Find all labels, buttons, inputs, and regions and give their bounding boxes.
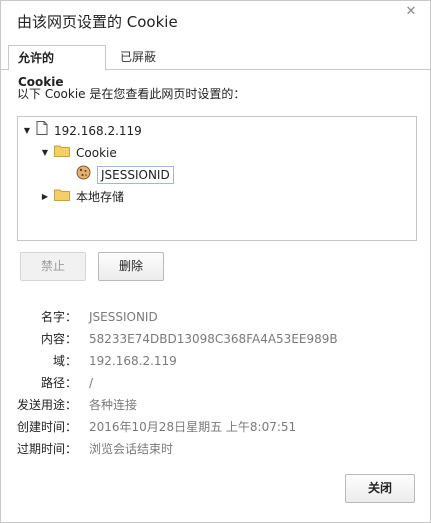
expand-right-icon[interactable]: ▶ — [40, 187, 50, 207]
tree-node-host[interactable]: ▼ 192.168.2.119 — [22, 121, 142, 141]
detail-row-expires: 过期时间： 浏览会话结束时 — [1, 439, 431, 459]
folder-icon — [54, 187, 70, 207]
detail-label: 路径： — [40, 376, 77, 390]
tree-host-label: 192.168.2.119 — [54, 124, 142, 138]
cookie-icon — [76, 165, 91, 186]
detail-value: 各种连接 — [89, 398, 138, 412]
page-icon — [36, 121, 48, 141]
detail-label: 创建时间： — [16, 420, 77, 434]
detail-value: 浏览会话结束时 — [89, 442, 174, 456]
tree-node-local-storage[interactable]: ▶ 本地存储 — [40, 187, 124, 207]
tree-node-cookie-folder[interactable]: ▼ Cookie — [40, 143, 117, 163]
cookie-tree[interactable]: ▼ 192.168.2.119 ▼ Cookie JSESSIONID ▶ 本地… — [17, 116, 417, 241]
detail-label: 域： — [52, 354, 77, 368]
detail-value: 2016年10月28日星期五 上午8:07:51 — [89, 420, 297, 434]
delete-button[interactable]: 删除 — [98, 252, 164, 281]
close-button[interactable]: 关闭 — [345, 474, 415, 503]
detail-label: 发送用途： — [16, 398, 77, 412]
detail-value: / — [89, 376, 94, 390]
detail-row-content: 内容： 58233E74DBD13098C368FA4A53EE989B — [1, 329, 431, 349]
tree-cookie-folder-label: Cookie — [76, 146, 117, 160]
tree-jsessionid-label: JSESSIONID — [97, 166, 174, 184]
detail-row-path: 路径： / — [1, 373, 431, 393]
detail-label: 名字： — [40, 310, 77, 324]
detail-label: 内容： — [40, 332, 77, 346]
expand-down-icon[interactable]: ▼ — [40, 143, 50, 163]
tab-blocked[interactable]: 已屏蔽 — [111, 45, 165, 70]
cookies-dialog: 由该网页设置的 Cookie ✕ 允许的 Cookie 已屏蔽 以下 Cooki… — [0, 0, 431, 523]
detail-row-name: 名字： JSESSIONID — [1, 307, 431, 327]
tab-bar: 允许的 Cookie 已屏蔽 — [1, 45, 431, 89]
detail-row-domain: 域： 192.168.2.119 — [1, 351, 431, 371]
close-icon[interactable]: ✕ — [404, 5, 418, 19]
tree-node-jsessionid[interactable]: JSESSIONID — [76, 165, 174, 185]
detail-row-send-for: 发送用途： 各种连接 — [1, 395, 431, 415]
detail-label: 过期时间： — [16, 442, 77, 456]
block-button[interactable]: 禁止 — [20, 252, 86, 281]
detail-row-created: 创建时间： 2016年10月28日星期五 上午8:07:51 — [1, 417, 431, 437]
detail-value[interactable]: 58233E74DBD13098C368FA4A53EE989B — [89, 329, 338, 349]
detail-value: 192.168.2.119 — [89, 354, 177, 368]
intro-text: 以下 Cookie 是在您查看此网页时设置的： — [17, 87, 246, 101]
tree-local-storage-label: 本地存储 — [76, 190, 125, 204]
tab-allowed-cookies[interactable]: 允许的 Cookie — [8, 45, 106, 89]
detail-value: JSESSIONID — [89, 310, 158, 324]
dialog-title: 由该网页设置的 Cookie — [17, 13, 178, 31]
expand-down-icon[interactable]: ▼ — [22, 121, 32, 141]
folder-icon — [54, 143, 70, 163]
